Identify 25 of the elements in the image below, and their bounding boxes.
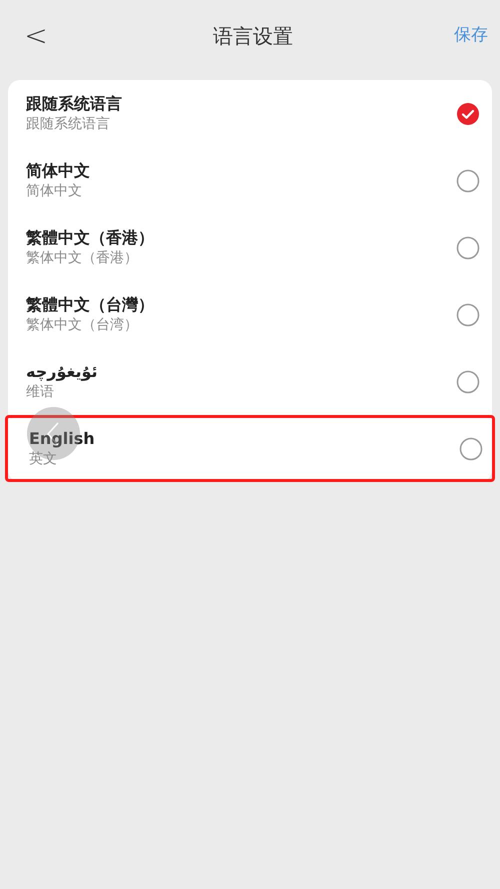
radio-button-icon[interactable] (456, 302, 480, 326)
back-button[interactable]: < (20, 22, 52, 50)
language-subtitle: 维语 (26, 384, 55, 402)
language-name: 简体中文 (26, 160, 90, 181)
language-name: 繁體中文（香港） (26, 228, 154, 248)
language-option[interactable]: English 英文 (5, 415, 495, 482)
language-option[interactable]: 繁體中文（台灣） 繁体中文（台湾） (8, 281, 492, 348)
language-subtitle: 简体中文 (26, 182, 83, 200)
radio-button-icon[interactable] (456, 370, 480, 394)
radio-button-icon[interactable] (456, 236, 480, 260)
language-subtitle: 跟随系统语言 (26, 116, 111, 134)
language-name: English (29, 428, 95, 449)
language-subtitle: 繁体中文（台湾） (26, 316, 139, 334)
language-name: 繁體中文（台灣） (26, 294, 154, 315)
language-option[interactable]: 跟随系统语言 跟随系统语言 (8, 80, 492, 147)
language-option[interactable]: 繁體中文（香港） 繁体中文（香港） (8, 214, 492, 281)
radio-button-icon[interactable] (456, 168, 480, 192)
page-title: 语言设置 (213, 23, 293, 50)
language-name: 跟随系统语言 (26, 94, 122, 114)
language-subtitle: 英文 (29, 450, 58, 468)
radio-button-icon[interactable] (459, 436, 483, 460)
language-subtitle: 繁体中文（香港） (26, 250, 139, 268)
selected-check-icon[interactable] (456, 102, 480, 126)
language-option[interactable]: 简体中文 简体中文 (8, 147, 492, 214)
language-name: ئۇيغۇرچە (26, 362, 98, 382)
